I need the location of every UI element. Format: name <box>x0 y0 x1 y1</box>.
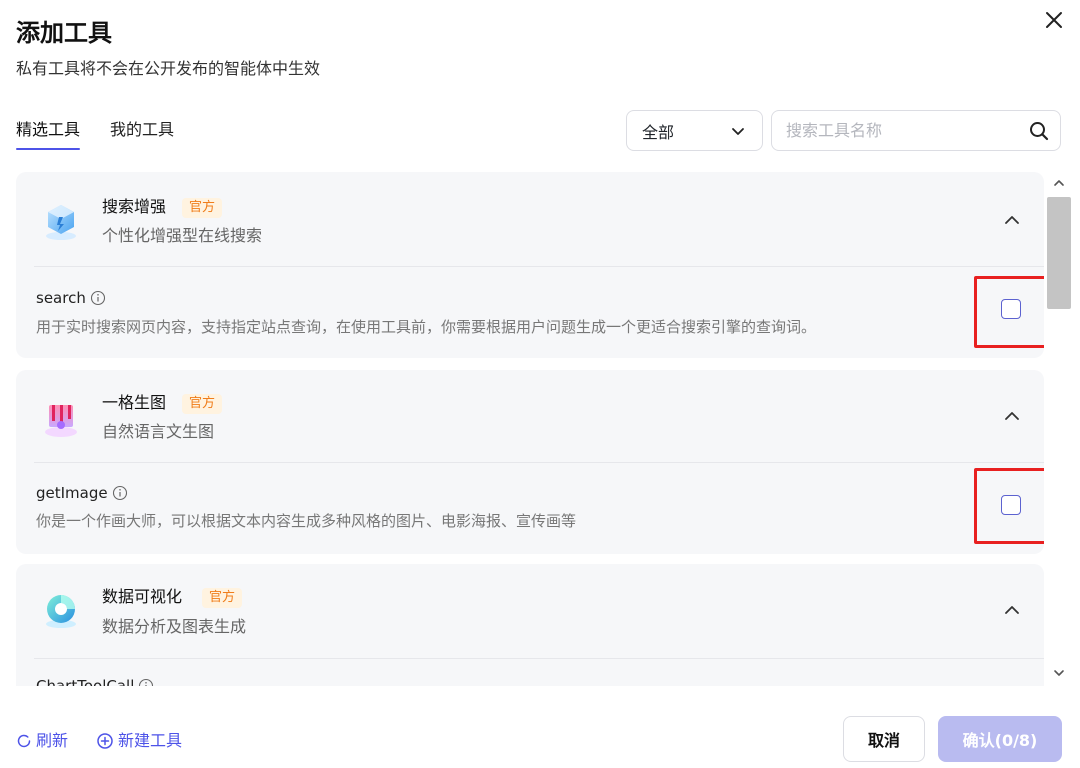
dialog-subtitle: 私有工具将不会在公开发布的智能体中生效 <box>16 59 321 78</box>
card-divider <box>34 658 1044 659</box>
plugin-description: 自然语言文生图 <box>102 422 215 441</box>
close-icon[interactable] <box>1042 8 1066 32</box>
dialog-title: 添加工具 <box>16 19 112 47</box>
category-select-value: 全部 <box>642 122 675 142</box>
new-tool-link[interactable]: 新建工具 <box>96 730 182 752</box>
plugin-card-header[interactable] <box>16 564 1044 658</box>
data-viz-logo <box>46 595 76 628</box>
tool-name: ChartToolCall <box>36 677 135 686</box>
plugin-card-header[interactable] <box>16 172 1044 266</box>
official-badge: 官方 <box>202 588 243 608</box>
plugin-list: 搜索增强 官方 个性化增强型在线搜索 search 用于实时搜索网页内容，支持指… <box>16 172 1044 686</box>
plugin-name: 一格生图 <box>102 393 167 412</box>
refresh-link[interactable]: 刷新 <box>16 730 68 752</box>
chevron-up-icon[interactable] <box>1000 208 1024 232</box>
card-divider <box>34 462 1044 463</box>
highlight-box <box>974 276 1044 348</box>
tool-row-getimage: getImage <box>36 482 128 504</box>
info-icon[interactable] <box>112 485 128 501</box>
plugin-name: 数据可视化 <box>102 587 183 606</box>
plugin-card-search-enhance: 搜索增强 官方 个性化增强型在线搜索 search 用于实时搜索网页内容，支持指… <box>16 172 1044 358</box>
card-divider <box>34 266 1044 267</box>
plus-circle-icon <box>97 733 113 749</box>
plugin-description: 数据分析及图表生成 <box>102 617 247 636</box>
scrollbar-thumb[interactable] <box>1047 197 1071 309</box>
plugin-card-data-viz: 数据可视化 官方 数据分析及图表生成 ChartToolCall <box>16 564 1044 686</box>
tool-description: 你是一个作画大师，可以根据文本内容生成多种风格的图片、电影海报、宣传画等 <box>36 512 577 530</box>
new-tool-label: 新建工具 <box>118 731 183 750</box>
search-icon[interactable] <box>1028 120 1050 142</box>
chevron-up-icon[interactable] <box>1000 404 1024 428</box>
confirm-button[interactable]: 确认(0/8) <box>938 716 1062 762</box>
highlight-box <box>974 468 1044 544</box>
info-icon[interactable] <box>90 290 106 306</box>
tool-name: getImage <box>36 484 108 502</box>
scroll-down-arrow-icon[interactable] <box>1052 666 1066 680</box>
chevron-down-icon <box>732 128 744 135</box>
plugin-card-header[interactable] <box>16 370 1044 464</box>
image-gen-logo <box>45 405 77 437</box>
plugin-list-scrollbar[interactable] <box>1046 172 1072 686</box>
info-icon[interactable] <box>138 678 154 686</box>
search-box <box>771 110 1061 151</box>
plugin-description: 个性化增强型在线搜索 <box>102 226 263 245</box>
search-enhance-logo <box>46 205 76 240</box>
refresh-label: 刷新 <box>36 731 69 750</box>
category-select[interactable]: 全部 <box>626 110 763 151</box>
plugin-card-image-gen: 一格生图 官方 自然语言文生图 getImage 你是一个作画大师，可以根据文本… <box>16 370 1044 554</box>
official-badge: 官方 <box>182 394 223 414</box>
search-input[interactable] <box>786 121 1006 140</box>
tool-row-charttoolcall: ChartToolCall <box>36 675 154 686</box>
official-badge: 官方 <box>182 198 223 218</box>
tab-featured-tools[interactable]: 精选工具 <box>16 118 81 150</box>
chevron-up-icon[interactable] <box>1000 598 1024 622</box>
cancel-button[interactable]: 取消 <box>843 716 925 762</box>
tool-name: search <box>36 289 86 307</box>
plugin-name: 搜索增强 <box>102 197 167 216</box>
tool-row-search: search <box>36 287 106 309</box>
scroll-up-arrow-icon[interactable] <box>1052 176 1066 190</box>
refresh-icon <box>17 734 31 748</box>
tab-my-tools[interactable]: 我的工具 <box>110 118 174 148</box>
tab-bar: 精选工具 我的工具 <box>16 118 174 150</box>
tool-description: 用于实时搜索网页内容，支持指定站点查询，在使用工具前，你需要根据用户问题生成一个… <box>36 318 817 336</box>
